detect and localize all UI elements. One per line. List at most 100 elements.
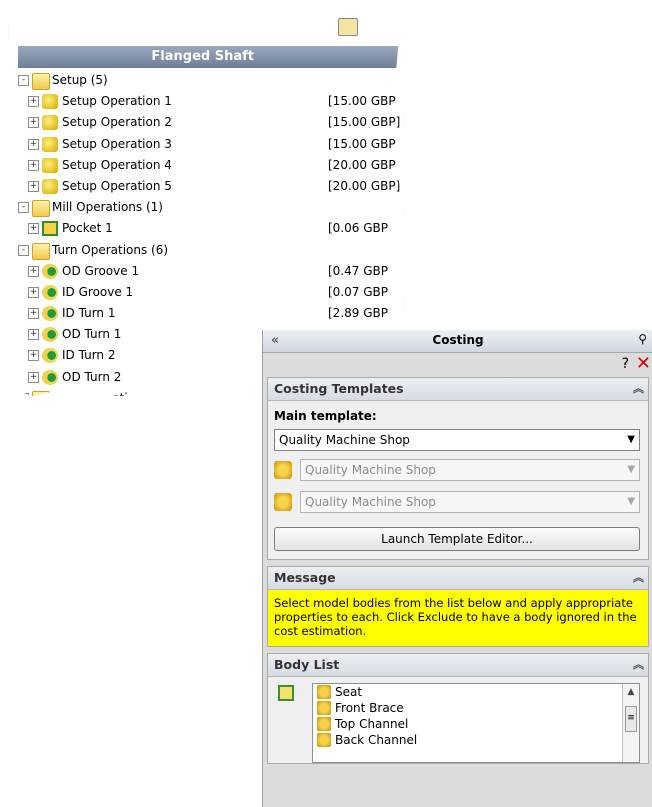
- tree-item[interactable]: + OD Groove 1 [0.47 GBP: [28, 261, 404, 282]
- list-item-label: Seat: [335, 685, 363, 699]
- list-item-label: Front Brace: [335, 701, 404, 715]
- expand-icon[interactable]: +: [28, 414, 39, 425]
- costing-templates-header[interactable]: Costing Templates ︽: [268, 378, 648, 401]
- expand-icon[interactable]: +: [28, 117, 39, 129]
- body-icon: [317, 733, 331, 747]
- scroll-up-icon[interactable]: ▲: [623, 684, 639, 700]
- tree-item[interactable]: + Setup Operation 5 [20.00 GBP]: [28, 176, 404, 197]
- sheetmetal-template-select[interactable]: Quality Machine Shop ▼: [300, 491, 640, 513]
- collapse-chevron-icon[interactable]: ︽: [633, 567, 644, 589]
- tree-item-label: Turn Operations (6): [52, 242, 169, 257]
- pin-icon[interactable]: ⚲: [638, 332, 647, 346]
- tree-item[interactable]: + Setup Operation 1 [15.00 GBP: [28, 91, 404, 112]
- collapse-icon[interactable]: -: [18, 75, 29, 86]
- tree-item[interactable]: + Setup Operation 2 [15.00 GBP]: [28, 112, 404, 133]
- expand-icon[interactable]: +: [28, 265, 39, 277]
- machining-template-value: Quality Machine Shop: [305, 463, 436, 477]
- body-icon: [317, 685, 331, 699]
- tree-item[interactable]: + Setup Operation 3 [15.00 GBP: [28, 134, 404, 155]
- op-turn-icon: [42, 348, 58, 364]
- dropdown-arrow-icon[interactable]: ▼: [627, 460, 635, 480]
- main-template-label: Main template:: [274, 409, 377, 423]
- close-icon[interactable]: ✕: [636, 353, 651, 374]
- sheetmetal-template-icon: [274, 493, 292, 511]
- message-text: Select model bodies from the list below …: [268, 590, 648, 646]
- body-list-heading: Body List: [274, 657, 340, 672]
- collapse-chevron-icon[interactable]: ︽: [633, 378, 644, 400]
- folder-open-icon[interactable]: [338, 18, 358, 36]
- body-listbox[interactable]: Seat Front Brace Top Channel Back Channe…: [312, 683, 640, 763]
- tree-item-label: Setup (5): [52, 73, 108, 87]
- operation-cost: [15.00 GBP]: [328, 115, 401, 130]
- tree-folder[interactable]: - Setup (5): [18, 70, 404, 91]
- body-list-group: Body List ︽ Seat Front Brace Top Channel…: [267, 653, 649, 764]
- collapse-icon[interactable]: -: [18, 244, 29, 256]
- tree-item-label: OD Turn 2: [62, 369, 122, 384]
- costing-templates-heading: Costing Templates: [274, 381, 404, 396]
- list-item[interactable]: Top Channel: [313, 716, 639, 732]
- costing-title: Costing: [432, 333, 484, 347]
- list-scrollbar[interactable]: ▲ ≡: [622, 684, 639, 762]
- op-turn-icon: [42, 284, 58, 300]
- tree-item-label: Hole 1: [62, 412, 101, 426]
- costing-templates-group: Costing Templates ︽ Main template: Quali…: [267, 377, 649, 560]
- op-mill-icon: [42, 221, 58, 237]
- expand-icon[interactable]: +: [28, 350, 39, 362]
- operation-cost: [15.00 GBP: [328, 136, 396, 151]
- list-item[interactable]: Front Brace: [313, 700, 639, 716]
- op-setup-icon: [42, 94, 58, 110]
- machining-template-icon: [274, 461, 292, 479]
- dropdown-arrow-icon[interactable]: ▼: [627, 430, 635, 450]
- dropdown-arrow-icon[interactable]: ▼: [627, 492, 635, 512]
- expand-icon[interactable]: +: [28, 180, 39, 192]
- op-hole-icon: [42, 412, 58, 427]
- tree-item[interactable]: + ID Groove 1 [0.07 GBP: [28, 282, 404, 303]
- tree-item-label: ID Groove 1: [62, 284, 134, 299]
- expand-icon[interactable]: +: [28, 159, 39, 171]
- message-heading: Message: [274, 570, 336, 585]
- tree-item-label: Setup Operation 4: [62, 157, 172, 172]
- tree-folder[interactable]: - Turn Operations (6): [18, 240, 404, 261]
- costing-actions: ? ✕: [263, 353, 652, 377]
- expand-icon[interactable]: +: [28, 138, 39, 150]
- tree-item-label: ID Turn 2: [62, 348, 116, 363]
- expand-icon[interactable]: +: [28, 308, 39, 320]
- expand-icon[interactable]: +: [28, 329, 39, 341]
- op-turn-icon: [42, 327, 58, 343]
- main-template-select[interactable]: Quality Machine Shop ▼: [274, 429, 640, 451]
- op-turn-icon: [42, 369, 58, 385]
- main-template-value: Quality Machine Shop: [279, 433, 410, 447]
- scroll-thumb[interactable]: ≡: [625, 706, 637, 732]
- tree-item[interactable]: + Pocket 1 [0.06 GBP: [28, 218, 404, 239]
- list-item[interactable]: Back Channel: [313, 732, 639, 748]
- expand-icon[interactable]: +: [28, 286, 39, 298]
- expand-icon[interactable]: +: [28, 371, 39, 383]
- list-item-label: Back Channel: [335, 733, 418, 747]
- operation-cost: [2.89 GBP: [328, 306, 388, 321]
- tree-item-label: Setup Operation 3: [62, 136, 172, 151]
- launch-template-editor-button[interactable]: Launch Template Editor...: [274, 527, 640, 551]
- costing-title-bar: « Costing ⚲: [263, 330, 652, 353]
- tree-item[interactable]: + ID Turn 1 [2.89 GBP: [28, 303, 404, 324]
- tree-toolbar: [338, 18, 358, 40]
- message-header[interactable]: Message ︽: [268, 567, 648, 590]
- machining-template-select[interactable]: Quality Machine Shop ▼: [300, 459, 640, 481]
- tree-item[interactable]: + Setup Operation 4 [20.00 GBP: [28, 155, 404, 176]
- body-list-header[interactable]: Body List ︽: [268, 654, 648, 677]
- operation-cost: [0.06 GBP: [328, 221, 388, 236]
- folder-icon: [32, 200, 50, 218]
- list-item[interactable]: Seat: [313, 684, 639, 700]
- expand-icon[interactable]: +: [28, 223, 39, 235]
- tree-folder[interactable]: - Mill Operations (1): [18, 197, 404, 218]
- collapse-icon[interactable]: -: [18, 392, 29, 397]
- collapse-icon[interactable]: -: [18, 202, 29, 214]
- sheetmetal-template-value: Quality Machine Shop: [305, 495, 436, 509]
- collapse-chevron-icon[interactable]: ︽: [633, 654, 644, 676]
- op-setup-icon: [42, 136, 58, 152]
- help-icon[interactable]: ?: [622, 356, 629, 372]
- expand-icon[interactable]: +: [28, 96, 39, 108]
- op-setup-icon: [42, 178, 58, 194]
- operation-cost: [0.07 GBP: [328, 284, 388, 299]
- operation-cost: [15.00 GBP: [328, 94, 396, 109]
- operation-cost: [20.00 GBP]: [328, 178, 401, 193]
